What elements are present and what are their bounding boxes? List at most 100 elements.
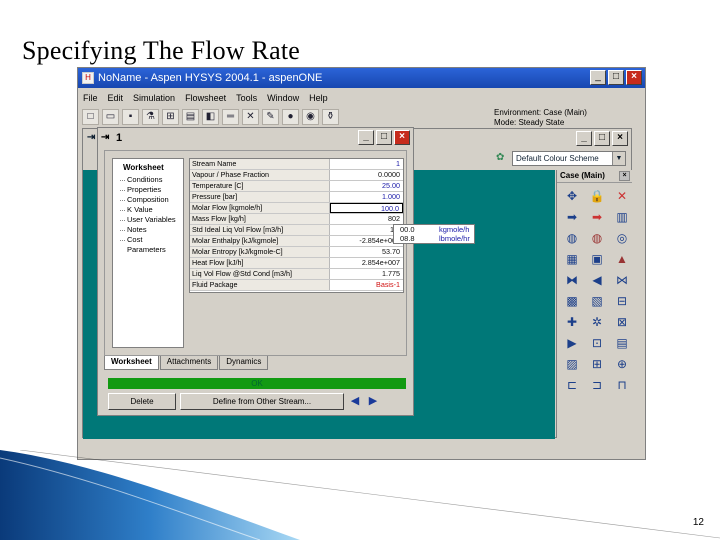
delete-button[interactable]: Delete	[108, 393, 176, 410]
menu-help[interactable]: Help	[309, 93, 328, 103]
nav-item-user-variables[interactable]: User Variables	[113, 215, 183, 225]
workbook-icon[interactable]: ▤	[182, 109, 199, 125]
energy-stream-icon[interactable]: ➡	[588, 209, 606, 225]
nav-item-composition[interactable]: Composition	[113, 195, 183, 205]
solver-icon[interactable]: ✎	[262, 109, 279, 125]
stream-icon[interactable]: ═	[222, 109, 239, 125]
menu-file[interactable]: File	[83, 93, 98, 103]
absorber-icon[interactable]: ⊟	[613, 293, 631, 309]
pfd-minimize-button[interactable]: _	[576, 131, 592, 146]
open-folder-icon[interactable]: ▭	[102, 109, 119, 125]
spreadsheet-icon[interactable]: ▤	[613, 335, 631, 351]
mixer-icon[interactable]: ✕	[242, 109, 259, 125]
unit-conversion-popup[interactable]: 00.0 kgmole/h 08.8 lbmole/hr	[393, 224, 475, 244]
molar-enthalpy-cell[interactable]: -2.854e+005	[330, 236, 403, 246]
logic-icon[interactable]: ▨	[563, 356, 581, 372]
lock-icon[interactable]: 🔒	[588, 188, 606, 204]
heat-exchanger-icon[interactable]: ▦	[563, 251, 581, 267]
menu-window[interactable]: Window	[267, 93, 299, 103]
row-label: Pressure [bar]	[190, 192, 330, 202]
previous-arrow-icon[interactable]: ◀	[348, 393, 362, 410]
color-scheme-select[interactable]: Default Colour Scheme ▼	[512, 151, 626, 166]
chevron-down-icon[interactable]: ▼	[612, 152, 625, 165]
dialog-titlebar[interactable]: ⇥ 1 _ □ ×	[98, 128, 413, 148]
tab-worksheet[interactable]: Worksheet	[104, 356, 159, 370]
palette-close-icon[interactable]: ×	[619, 171, 630, 181]
compressor-icon[interactable]: ◍	[588, 230, 606, 246]
controller-icon[interactable]: ⊕	[613, 356, 631, 372]
traffic-light-icon[interactable]: ●	[282, 109, 299, 125]
splitter-icon[interactable]: ▶	[563, 335, 581, 351]
save-icon[interactable]: ▪	[122, 109, 139, 125]
vapour-fraction-cell[interactable]: 0.0000	[330, 170, 403, 180]
menu-tools[interactable]: Tools	[236, 93, 257, 103]
tee-icon[interactable]: ⋈	[613, 272, 631, 288]
tab-dynamics[interactable]: Dynamics	[219, 356, 269, 370]
tab-attachments[interactable]: Attachments	[159, 356, 219, 370]
molar-flow-cell[interactable]: 100.0	[329, 203, 403, 213]
next-arrow-icon[interactable]: ▶	[366, 393, 380, 410]
nav-item-k-value[interactable]: K Value	[113, 205, 183, 215]
mixer-unit-icon[interactable]: ◀	[588, 272, 606, 288]
component-icon[interactable]: ⚗	[142, 109, 159, 125]
valve-icon[interactable]: ⧓	[563, 272, 581, 288]
pfd-close-button[interactable]: ×	[612, 131, 628, 146]
environment-info: Environment: Case (Main) Mode: Steady St…	[494, 108, 587, 128]
dialog-minimize-button[interactable]: _	[358, 130, 374, 145]
balance-icon[interactable]: ⊡	[588, 335, 606, 351]
menu-flowsheet[interactable]: Flowsheet	[185, 93, 226, 103]
liq-vol-flow-cell[interactable]: 1.775	[330, 269, 403, 279]
pump-icon[interactable]: ◍	[563, 230, 581, 246]
utility-icon[interactable]: ⊓	[613, 377, 631, 393]
subflowsheet-icon[interactable]: ⊞	[588, 356, 606, 372]
mass-flow-cell[interactable]: 802	[330, 214, 403, 224]
move-icon[interactable]: ✥	[563, 188, 581, 204]
recycle-icon[interactable]: ⊠	[613, 314, 631, 330]
stream-arrow-icon: ⇥	[87, 132, 96, 143]
table-row: Molar Entropy [kJ/kgmole-C] 53.70	[190, 247, 403, 258]
reactor-icon[interactable]: ▩	[563, 293, 581, 309]
nav-item-conditions[interactable]: Conditions	[113, 175, 183, 185]
row-label: Mass Flow [kg/h]	[190, 214, 330, 224]
dialog-maximize-button[interactable]: □	[376, 130, 392, 145]
pressure-cell[interactable]: 1.000	[330, 192, 403, 202]
palette-icon[interactable]: ◧	[202, 109, 219, 125]
temperature-cell[interactable]: 25.00	[330, 181, 403, 191]
nav-item-cost-parameters[interactable]: Cost Parameters	[113, 235, 183, 255]
fluid-package-cell[interactable]: Basis-1	[330, 280, 403, 290]
set-icon[interactable]: ✲	[588, 314, 606, 330]
std-liq-vol-flow-cell[interactable]: 1.5	[330, 225, 403, 235]
separator-icon[interactable]: ▥	[613, 209, 631, 225]
adjust-icon[interactable]: ✚	[563, 314, 581, 330]
exchanger-icon[interactable]: ⊐	[588, 377, 606, 393]
flask-icon[interactable]: ⚱	[322, 109, 339, 125]
basis-icon[interactable]: ⊞	[162, 109, 179, 125]
window-titlebar[interactable]: H NoName - Aspen HYSYS 2004.1 - aspenONE…	[78, 68, 645, 88]
conditions-grid: Stream Name 1 Vapour / Phase Fraction 0.00…	[189, 158, 404, 293]
template-icon[interactable]: ⊏	[563, 377, 581, 393]
close-button[interactable]: ×	[626, 70, 642, 85]
unit-option-b[interactable]: lbmole/hr	[439, 234, 470, 243]
minimize-button[interactable]: _	[590, 70, 606, 85]
dialog-close-button[interactable]: ×	[394, 130, 410, 145]
cooler-icon[interactable]: ▣	[588, 251, 606, 267]
menu-simulation[interactable]: Simulation	[133, 93, 175, 103]
nav-item-properties[interactable]: Properties	[113, 185, 183, 195]
stream-name-cell[interactable]: 1	[330, 159, 403, 169]
unit-option-a[interactable]: kgmole/h	[439, 225, 469, 234]
molar-entropy-cell[interactable]: 53.70	[330, 247, 403, 257]
define-from-other-stream-button[interactable]: Define from Other Stream...	[180, 393, 344, 410]
cancel-icon[interactable]: ✕	[613, 188, 631, 204]
heater-icon[interactable]: ▲	[613, 251, 631, 267]
heat-flow-cell[interactable]: 2.854e+007	[330, 258, 403, 268]
material-stream-icon[interactable]: ➡	[563, 209, 581, 225]
pfd-maximize-button[interactable]: □	[594, 131, 610, 146]
nav-item-notes[interactable]: Notes	[113, 225, 183, 235]
new-file-icon[interactable]: □	[82, 109, 99, 125]
menu-edit[interactable]: Edit	[108, 93, 124, 103]
hold-icon[interactable]: ◉	[302, 109, 319, 125]
column-icon[interactable]: ▧	[588, 293, 606, 309]
maximize-button[interactable]: □	[608, 70, 624, 85]
expander-icon[interactable]: ◎	[613, 230, 631, 246]
row-label: Std Ideal Liq Vol Flow [m3/h]	[190, 225, 330, 235]
